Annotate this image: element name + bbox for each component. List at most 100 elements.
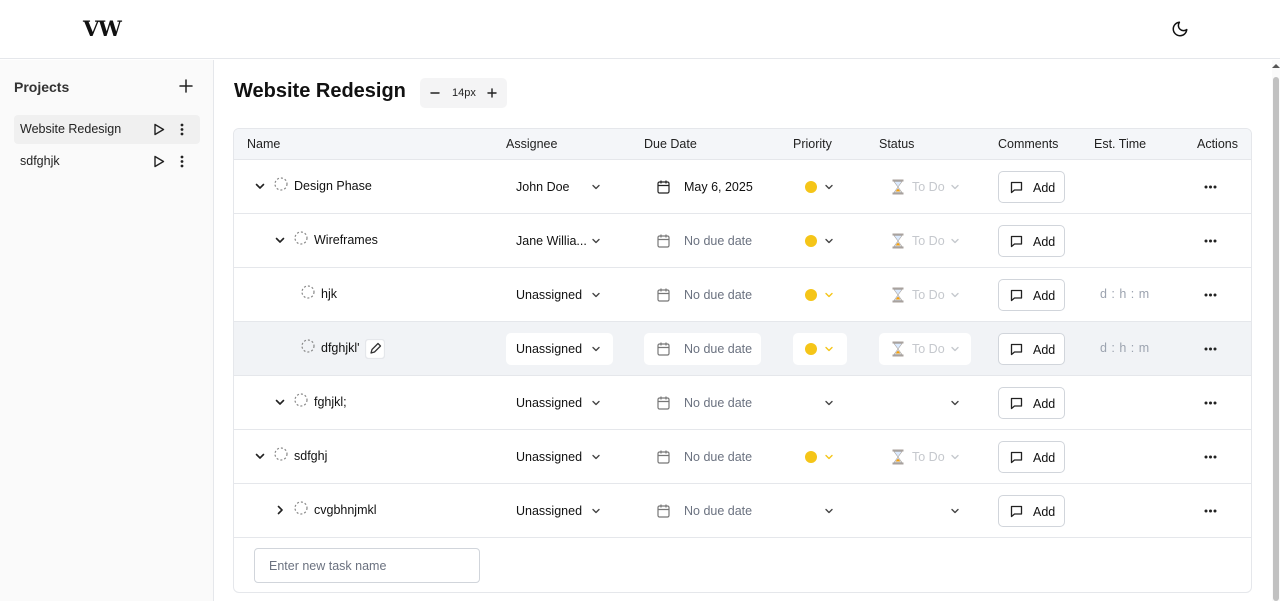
sidebar-project-item[interactable]: Website Redesign [14,115,200,144]
chevron-down-icon[interactable] [274,234,286,246]
scroll-up-arrow-icon[interactable] [1272,63,1280,69]
due-date-picker[interactable]: No due date [644,495,761,527]
new-task-input[interactable] [254,548,480,583]
add-comment-button[interactable]: Add [998,171,1065,203]
due-date-picker[interactable]: No due date [644,441,761,473]
task-status-circle-icon[interactable] [274,447,288,461]
status-select[interactable] [879,387,971,419]
add-comment-button[interactable]: Add [998,225,1065,257]
status-select[interactable]: To Do [879,225,971,257]
priority-select[interactable] [793,225,847,257]
moon-icon[interactable] [1171,20,1189,38]
add-comment-button[interactable]: Add [998,441,1065,473]
table-row[interactable]: sdfghj Unassigned No due date To Do Add [234,430,1251,484]
more-vertical-icon[interactable] [179,123,185,136]
assignee-select[interactable]: Unassigned [506,279,613,311]
task-status-circle-icon[interactable] [274,177,288,191]
priority-select[interactable] [793,333,847,365]
table-header: Name Assignee Due Date Priority Status C… [234,129,1251,160]
column-comments: Comments [998,137,1059,151]
play-icon[interactable] [153,155,165,168]
column-name: Name [247,137,281,151]
table-row[interactable]: Wireframes Jane Willia... No due date To Do… [234,214,1251,268]
due-date-picker[interactable]: No due date [644,387,761,419]
add-comment-button[interactable]: Add [998,279,1065,311]
task-status-circle-icon[interactable] [294,501,308,515]
task-status-circle-icon[interactable] [301,285,315,299]
due-date-picker[interactable]: May 6, 2025 [644,171,761,203]
due-date-picker[interactable]: No due date [644,225,761,257]
chevron-down-icon [825,292,833,298]
priority-dot [805,289,817,301]
task-status-circle-icon[interactable] [294,231,308,245]
table-row[interactable]: Design Phase John Doe May 6, 2025 To Do Add [234,160,1251,214]
task-name[interactable]: sdfghj [294,449,327,463]
due-date-value: No due date [684,342,753,356]
scrollbar[interactable] [1272,60,1280,601]
assignee-select[interactable]: Unassigned [506,441,613,473]
assignee-select[interactable]: Unassigned [506,387,613,419]
more-horizontal-icon[interactable] [1204,185,1217,189]
zoom-in-button[interactable] [485,86,499,100]
table-row[interactable]: dfghjkl' Unassigned No due date To Do Add d :… [234,322,1251,376]
assignee-select[interactable]: Unassigned [506,495,613,527]
priority-select[interactable] [793,495,847,527]
more-horizontal-icon[interactable] [1204,293,1217,297]
priority-select[interactable] [793,279,847,311]
status-value: To Do [912,180,945,194]
assignee-select[interactable]: Jane Willia... [506,225,613,257]
chevron-right-icon[interactable] [274,504,286,516]
task-name[interactable]: hjk [321,287,337,301]
task-name[interactable]: fghjkl; [314,395,347,409]
due-date-value: No due date [684,504,753,518]
play-icon[interactable] [153,123,165,136]
status-select[interactable]: To Do [879,171,971,203]
more-horizontal-icon[interactable] [1204,401,1217,405]
table-row[interactable]: fghjkl; Unassigned No due date Add [234,376,1251,430]
status-select[interactable] [879,495,971,527]
sidebar-project-item[interactable]: sdfghjk [14,147,200,176]
due-date-picker[interactable]: No due date [644,279,761,311]
more-horizontal-icon[interactable] [1204,455,1217,459]
priority-select[interactable] [793,387,847,419]
column-priority: Priority [793,137,832,151]
table-row[interactable]: hjk Unassigned No due date To Do Add d : h : … [234,268,1251,322]
chevron-down-icon[interactable] [274,396,286,408]
priority-select[interactable] [793,441,847,473]
font-size-control: 14px [420,78,507,108]
more-horizontal-icon[interactable] [1204,509,1217,513]
pencil-icon[interactable] [365,339,385,359]
status-select[interactable]: To Do [879,279,971,311]
project-label: sdfghjk [20,154,60,168]
more-horizontal-icon[interactable] [1204,347,1217,351]
more-vertical-icon[interactable] [179,155,185,168]
comment-icon [1010,397,1023,410]
task-name[interactable]: dfghjkl' [321,341,360,355]
assignee-select[interactable]: Unassigned [506,333,613,365]
add-comment-button[interactable]: Add [998,495,1065,527]
estimated-time-input[interactable]: d : h : m [1100,287,1150,301]
task-status-circle-icon[interactable] [294,393,308,407]
chevron-down-icon[interactable] [254,180,266,192]
priority-select[interactable] [793,171,847,203]
more-horizontal-icon[interactable] [1204,239,1217,243]
due-date-picker[interactable]: No due date [644,333,761,365]
calendar-icon [657,342,670,356]
hourglass-icon [892,287,904,303]
zoom-out-button[interactable] [428,86,442,100]
due-date-value: No due date [684,234,753,248]
assignee-select[interactable]: John Doe [506,171,613,203]
task-name[interactable]: Design Phase [294,179,372,193]
add-comment-button[interactable]: Add [998,333,1065,365]
add-comment-button[interactable]: Add [998,387,1065,419]
task-status-circle-icon[interactable] [301,339,315,353]
status-select[interactable]: To Do [879,333,971,365]
table-row[interactable]: cvgbhnjmkl Unassigned No due date Add [234,484,1251,538]
scroll-thumb[interactable] [1273,77,1279,601]
status-select[interactable]: To Do [879,441,971,473]
chevron-down-icon[interactable] [254,450,266,462]
add-project-icon[interactable] [178,78,194,94]
estimated-time-input[interactable]: d : h : m [1100,341,1150,355]
task-name[interactable]: cvgbhnjmkl [314,503,377,517]
task-name[interactable]: Wireframes [314,233,378,247]
